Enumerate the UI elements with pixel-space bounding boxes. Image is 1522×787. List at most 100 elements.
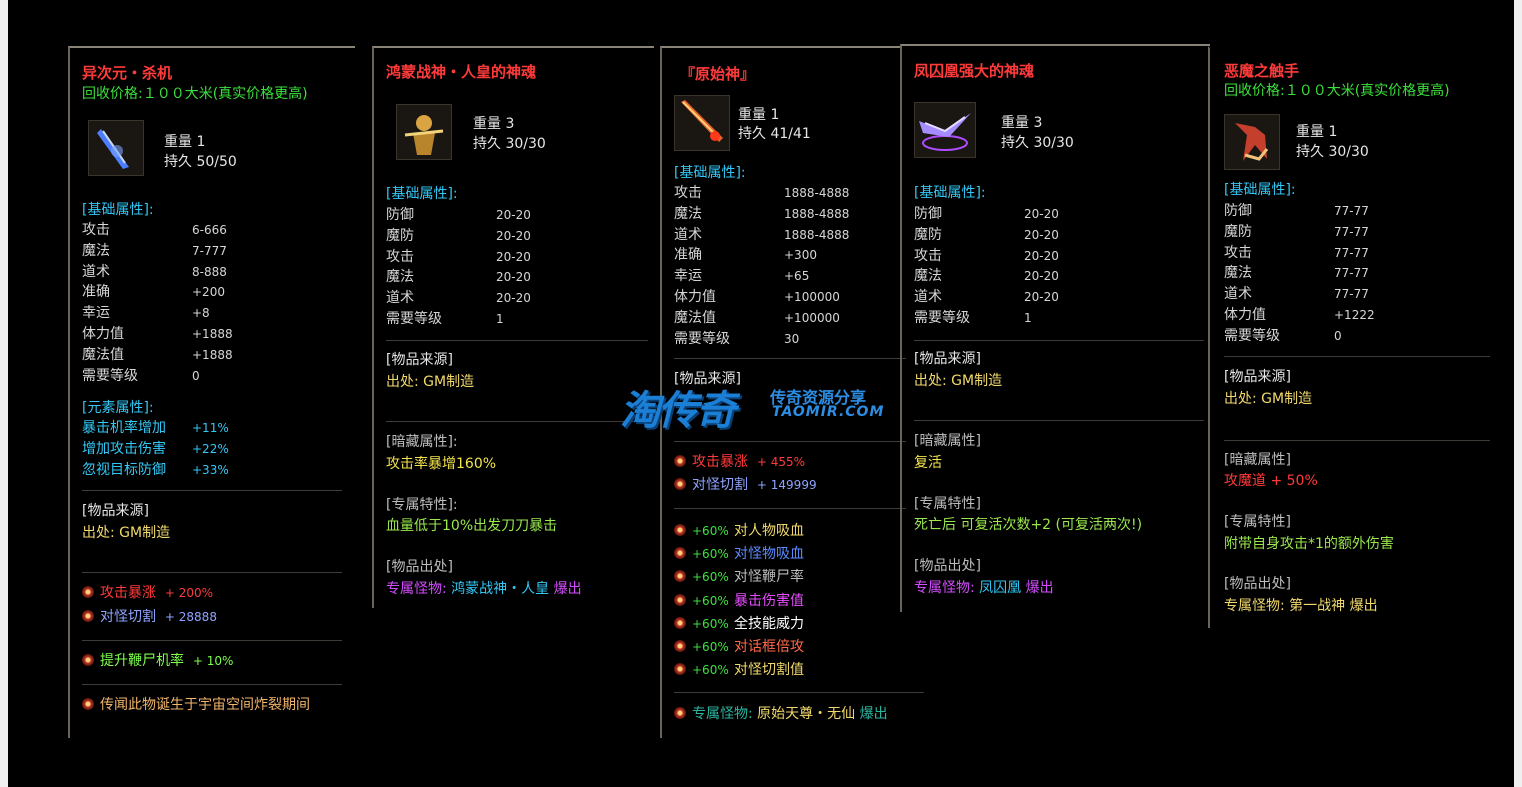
divider	[674, 508, 906, 509]
stat-label: 需要等级	[386, 310, 442, 327]
stat-value: 1	[496, 311, 504, 326]
stat-row: 体力值 +1222	[1224, 305, 1375, 326]
divider	[674, 692, 924, 693]
stat-row: 魔法值 +1888	[82, 345, 233, 366]
divider	[1224, 440, 1490, 441]
source-value: 出处: GM制造	[82, 525, 171, 541]
durability: 持久 50/50	[164, 154, 237, 170]
stat-row: 魔法 1888-4888	[674, 204, 849, 225]
divider	[674, 358, 906, 359]
stat-row: 准确 +300	[674, 245, 849, 266]
stat-row: 攻击 1888-4888	[674, 183, 849, 204]
watermark-url: TAOMIR.COM	[772, 404, 885, 420]
stat-row: 魔法 20-20	[386, 267, 531, 288]
source-value: 出处: GM制造	[386, 374, 475, 390]
bonus-label: 对人物吸血	[734, 523, 804, 539]
watermark-logo: 淘传奇 传奇资源分享 TAOMIR.COM	[620, 378, 920, 434]
stat-row: 道术 1888-4888	[674, 225, 849, 246]
divider	[674, 441, 906, 442]
bonus-percent: +60%	[692, 639, 729, 654]
stat-row: 防御 20-20	[914, 204, 1059, 225]
special-2: 对怪切割 + 28888	[82, 608, 217, 626]
base-header: [基础属性]:	[914, 185, 986, 201]
bonus-percent: +60%	[692, 570, 729, 585]
divider	[386, 421, 648, 422]
stat-label: 魔防	[1224, 223, 1252, 240]
trait-header: [专属特性]:	[386, 497, 458, 513]
base-stats: 攻击 6-666 魔法 7-777 道术 8-888 准确 +200 幸运 +8 体力值 +1888 魔…	[82, 220, 233, 386]
item-icon[interactable]	[674, 95, 730, 151]
source-value: 出处: GM制造	[1224, 391, 1313, 407]
stat-value: 77-77	[1334, 245, 1369, 260]
stat-row: 防御 20-20	[386, 205, 531, 226]
source-header: [物品来源]	[386, 352, 453, 368]
stat-row: 幸运 +8	[82, 303, 233, 324]
bonus-list: +60% 对人物吸血 +60% 对怪物吸血 +60% 对怪鞭尸率 +60% 暴击伤害值 +60%…	[674, 520, 804, 682]
flame-sword-icon	[681, 100, 723, 142]
stat-value: +1888	[192, 326, 233, 341]
stat-row: 需要等级 0	[1224, 326, 1375, 347]
stat-label: 准确	[82, 284, 110, 301]
stat-row: 攻击 77-77	[1224, 243, 1375, 264]
recycle-price: 回收价格:１００大米(真实价格更高)	[82, 85, 308, 103]
stat-row: 道术 8-888	[82, 262, 233, 283]
game-screen: 异次元・杀机 回收价格:１００大米(真实价格更高) 重量 1 持久 50/50 …	[8, 0, 1514, 787]
golden-statue-icon	[404, 115, 444, 155]
stat-value: 7-777	[192, 243, 227, 258]
hidden-value: 复活	[914, 455, 942, 471]
stat-label: 道术	[386, 290, 414, 307]
stat-label: 道术	[1224, 286, 1252, 303]
stat-row: 体力值 +100000	[674, 287, 849, 308]
stat-label: 防御	[1224, 203, 1252, 219]
stat-value: 77-77	[1334, 224, 1369, 239]
stat-label: 攻击	[674, 185, 702, 201]
stat-label: 需要等级	[674, 330, 730, 347]
stat-value: +33%	[192, 462, 229, 477]
item-icon[interactable]	[396, 104, 452, 160]
weight: 重量 3	[473, 116, 515, 132]
item-tooltip-4: 凤囚凰强大的神魂 重量 3 持久 30/30 [基础属性]: 防御 20-20 魔防…	[898, 0, 1218, 787]
weight: 重量 3	[1001, 115, 1043, 131]
stat-row: 幸运 +65	[674, 266, 849, 287]
stat-value: 20-20	[496, 228, 531, 243]
stat-row: 魔防 20-20	[914, 225, 1059, 246]
divider	[914, 420, 1204, 421]
stat-value: 20-20	[1024, 248, 1059, 263]
hidden-header: [暗藏属性]	[1224, 452, 1291, 468]
drop-header: [物品出处]	[386, 559, 453, 575]
bonus-percent: +60%	[692, 616, 729, 631]
stat-value: 20-20	[1024, 269, 1059, 284]
stat-value: 30	[784, 331, 800, 346]
item-icon[interactable]	[1224, 114, 1280, 170]
item-title: 鸿蒙战神・人皇的神魂	[386, 63, 537, 81]
recycle-price: 回收价格:１００大米(真实价格更高)	[1224, 82, 1450, 100]
stat-value: 20-20	[1024, 227, 1059, 242]
item-icon[interactable]	[88, 120, 144, 176]
base-header: [基础属性]:	[82, 202, 154, 218]
durability: 持久 30/30	[1001, 135, 1074, 151]
price-value: １００大米(真实价格更高)	[1284, 83, 1450, 99]
weight: 重量 1	[738, 107, 780, 123]
stat-label: 攻击	[1224, 244, 1252, 261]
source-header: [物品来源]	[1224, 369, 1291, 385]
bonus-label: 对怪鞭尸率	[734, 569, 804, 586]
item-icon[interactable]	[914, 102, 976, 158]
stat-label: 体力值	[1224, 306, 1266, 323]
bonus-label: 对怪切割值	[734, 662, 804, 679]
item-title: 恶魔之触手	[1224, 62, 1300, 80]
bonus-row: +60% 对怪鞭尸率	[674, 566, 804, 589]
item-tooltip-1: 异次元・杀机 回收价格:１００大米(真实价格更高) 重量 1 持久 50/50 …	[8, 0, 368, 787]
base-stats: 攻击 1888-4888 魔法 1888-4888 道术 1888-4888 准确 +300 幸…	[674, 183, 849, 349]
stat-value: 20-20	[1024, 290, 1059, 305]
divider	[82, 640, 342, 641]
stat-row: 道术 20-20	[386, 288, 531, 309]
weight: 重量 1	[164, 134, 206, 150]
stat-row: 需要等级 30	[674, 329, 849, 350]
stat-label: 魔法值	[674, 309, 716, 326]
stat-value: 1888-4888	[784, 206, 850, 221]
bonus-percent: +60%	[692, 593, 729, 608]
base-header: [基础属性]:	[1224, 182, 1296, 198]
stat-value: 20-20	[1024, 207, 1059, 221]
stat-label: 需要等级	[914, 309, 970, 326]
stat-value: +1222	[1334, 307, 1375, 322]
